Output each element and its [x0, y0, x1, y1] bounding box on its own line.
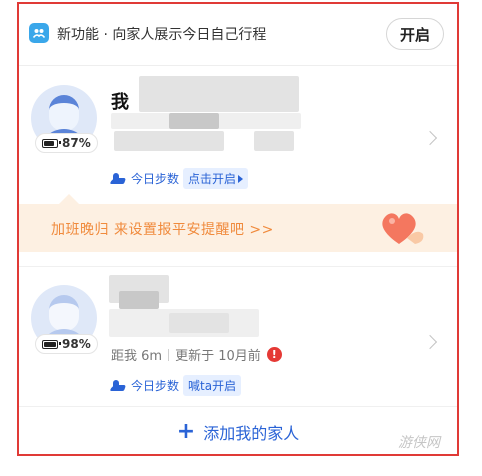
steps-label: 今日步数 — [131, 172, 180, 186]
distance-text: 距我 6m — [111, 349, 163, 364]
battery-icon — [42, 339, 61, 349]
new-feature-banner: 新功能 · 向家人展示今日自己行程 开启 — [19, 4, 457, 66]
heart-icon — [382, 213, 424, 244]
member-name: 我 — [111, 92, 129, 113]
family-panel: 新功能 · 向家人展示今日自己行程 开启 87% 我 今日步数 点击开启 加班晚… — [17, 2, 459, 456]
blurred-info — [169, 313, 229, 333]
battery-badge: 98% — [35, 334, 98, 354]
divider — [168, 348, 170, 361]
tip-pointer — [59, 194, 79, 204]
banner-text: 新功能 · 向家人展示今日自己行程 — [57, 27, 267, 43]
add-family-button[interactable]: + 添加我的家人 — [19, 406, 457, 454]
enable-button[interactable]: 开启 — [386, 18, 444, 50]
member-card-family[interactable]: 98% 距我 6m 更新于 10月前 ! 今日步数 喊ta开启 — [19, 266, 457, 406]
chevron-right-icon[interactable] — [422, 334, 438, 350]
watermark: 游侠网 — [398, 435, 440, 451]
battery-level: 87% — [62, 136, 91, 150]
plus-icon: + — [176, 418, 196, 444]
tip-text[interactable]: 加班晚归 来设置报平安提醒吧 >> — [51, 219, 274, 239]
safety-reminder-tip[interactable]: 加班晚归 来设置报平安提醒吧 >> — [19, 204, 457, 252]
blurred-info — [139, 76, 299, 112]
blurred-info — [119, 291, 159, 309]
battery-badge: 87% — [35, 133, 98, 153]
blurred-info — [114, 131, 224, 151]
remind-steps-button[interactable]: 喊ta开启 — [183, 375, 242, 396]
add-family-label[interactable]: 添加我的家人 — [203, 420, 299, 444]
steps-label: 今日步数 — [131, 379, 180, 393]
battery-level: 98% — [62, 337, 91, 351]
shoe-icon — [111, 379, 127, 392]
blurred-info — [254, 131, 294, 151]
family-share-icon — [29, 23, 49, 43]
steps-row: 今日步数 点击开启 — [111, 168, 249, 189]
enable-steps-button[interactable]: 点击开启 — [183, 168, 249, 189]
blurred-info — [169, 113, 219, 129]
member-card-me[interactable]: 87% 我 今日步数 点击开启 — [19, 67, 457, 197]
alert-icon[interactable]: ! — [266, 347, 282, 362]
location-meta: 距我 6m 更新于 10月前 ! — [111, 345, 282, 364]
steps-row: 今日步数 喊ta开启 — [111, 375, 242, 396]
shoe-icon — [111, 172, 127, 185]
play-arrow-icon — [238, 174, 244, 183]
chevron-right-icon[interactable] — [422, 130, 438, 146]
updated-text: 更新于 10月前 — [175, 349, 261, 364]
battery-icon — [42, 138, 61, 148]
